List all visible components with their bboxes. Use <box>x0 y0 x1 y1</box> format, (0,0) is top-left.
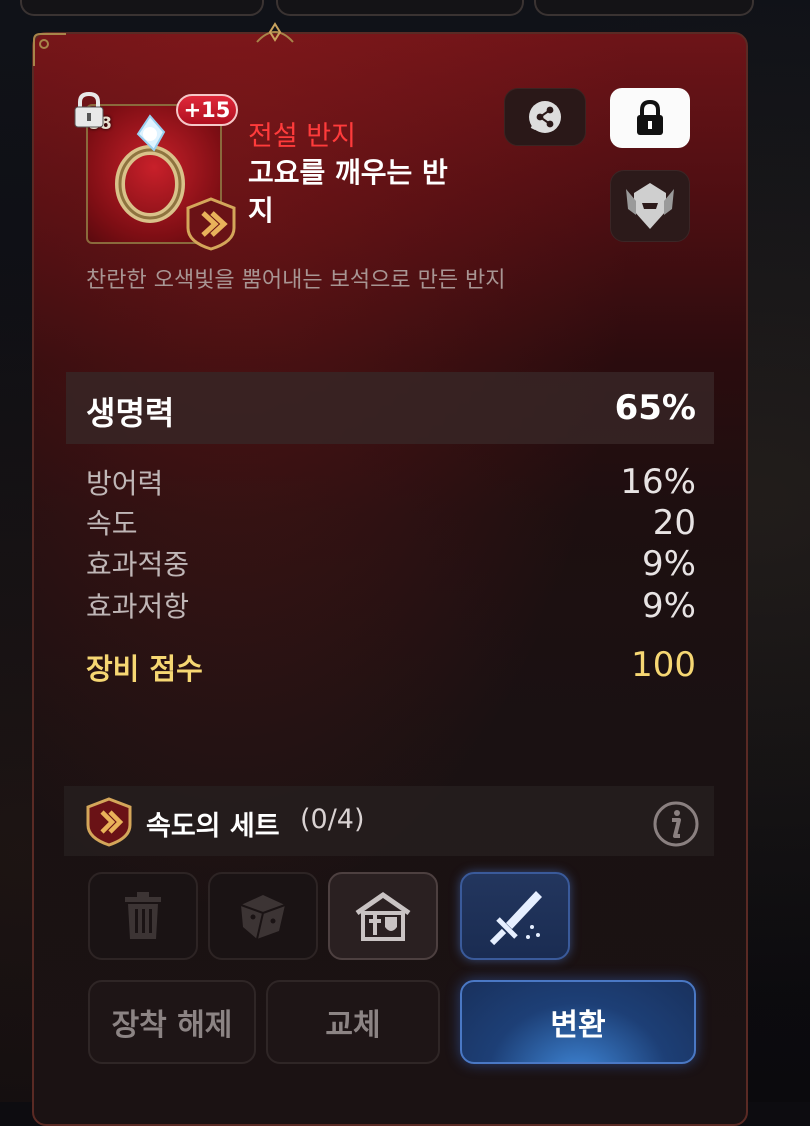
sub-stat-value: 16% <box>620 462 696 502</box>
gear-score-value: 100 <box>631 645 696 685</box>
sub-stat-name: 속도 <box>86 507 138 540</box>
replace-button[interactable]: 교체 <box>266 980 440 1064</box>
item-rarity: 전설 반지 <box>248 121 356 152</box>
speed-set-small-icon <box>186 197 236 251</box>
gear-score-label: 장비 점수 <box>86 652 203 686</box>
sub-stat-name: 효과저항 <box>86 590 190 623</box>
info-icon[interactable] <box>652 800 700 848</box>
sub-stat-value: 9% <box>642 586 696 626</box>
helmet-icon <box>626 183 674 229</box>
equip-weapon-button[interactable] <box>460 872 570 960</box>
enhance-badge: +15 <box>176 94 238 126</box>
item-name: 고요를 깨우는 반지 <box>248 156 448 227</box>
sub-stat-value: 20 <box>652 503 696 543</box>
share-button[interactable] <box>504 88 586 146</box>
sub-stat-name: 효과적중 <box>86 548 190 581</box>
top-tab-3[interactable] <box>534 0 754 16</box>
lock-small-icon <box>74 91 104 128</box>
main-stat-name: 생명력 <box>86 394 175 432</box>
trash-icon <box>125 892 161 939</box>
main-stat-value: 65% <box>614 388 696 428</box>
set-count: (0/4) <box>300 804 365 835</box>
helmet-button[interactable] <box>610 170 690 242</box>
corner-ornament-icon <box>33 33 66 66</box>
sub-stat-name: 방어력 <box>86 467 164 500</box>
top-tab-2[interactable] <box>276 0 524 16</box>
share-icon <box>529 101 561 133</box>
armory-button[interactable] <box>328 872 438 960</box>
ornament-top-icon <box>256 22 294 43</box>
unequip-button[interactable]: 장착 해제 <box>88 980 256 1064</box>
item-description: 찬란한 오색빛을 뿜어내는 보석으로 만든 반지 <box>86 268 506 293</box>
set-name: 속도의 세트 <box>146 811 280 842</box>
lock-icon <box>637 99 663 135</box>
lock-toggle-button[interactable] <box>610 88 690 148</box>
top-tab-1[interactable] <box>20 0 264 16</box>
convert-button[interactable]: 변환 <box>460 980 696 1064</box>
armory-icon <box>355 891 411 941</box>
sword-icon <box>489 891 542 945</box>
dice-icon <box>240 895 286 940</box>
delete-button[interactable] <box>88 872 198 960</box>
reroll-button[interactable] <box>208 872 318 960</box>
sub-stat-value: 9% <box>642 544 696 584</box>
speed-set-icon <box>86 797 132 847</box>
